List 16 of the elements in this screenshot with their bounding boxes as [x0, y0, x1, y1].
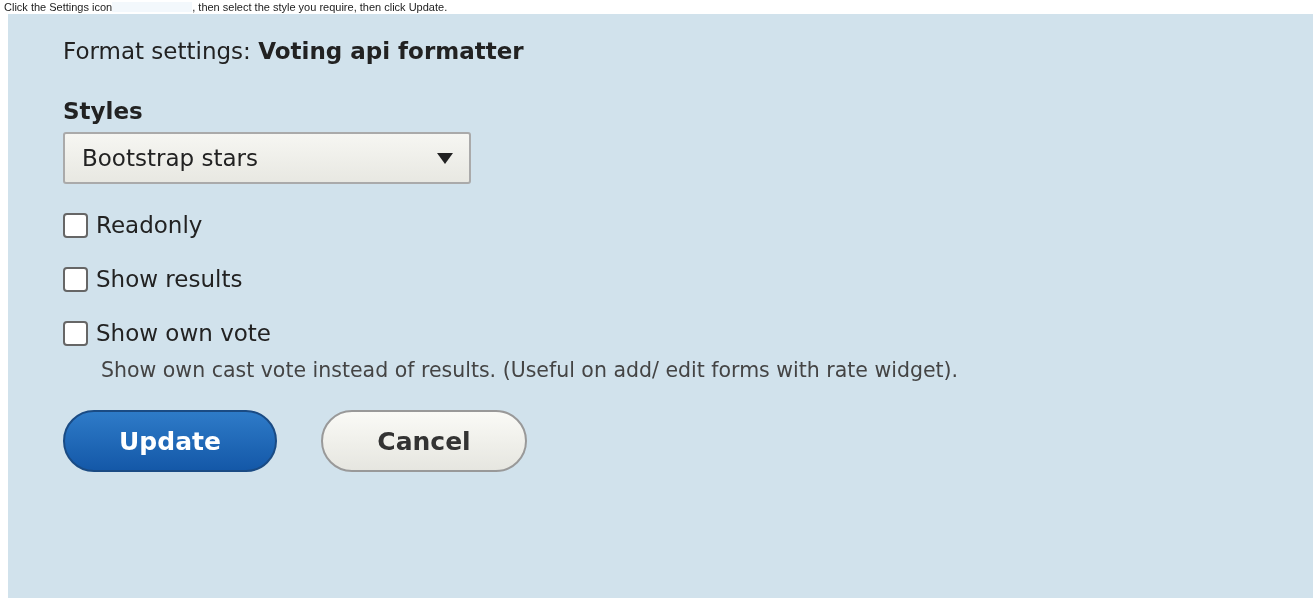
update-button[interactable]: Update [63, 410, 277, 472]
checkbox[interactable] [63, 212, 88, 238]
caret-icon [437, 152, 453, 164]
checkbox-label[interactable]: Readonly [96, 212, 203, 238]
styles-select[interactable]: Bootstrap stars [63, 132, 471, 184]
formatter-name: Voting api formatter [258, 38, 524, 64]
format-settings-label: Format settings: [63, 38, 251, 64]
instruction-text: , then select the style you require, then click Update. [192, 0, 448, 14]
checkbox-label[interactable]: Show own vote [96, 320, 271, 346]
cancel-button[interactable]: Cancel [321, 410, 527, 472]
option-description: Show own cast vote instead of results. (Useful on add/ edit forms with rate widget). [101, 358, 960, 382]
checkbox-label[interactable]: Show results [96, 266, 243, 292]
checkbox[interactable] [63, 266, 88, 292]
checkbox[interactable] [63, 320, 88, 346]
instruction-text: Click the Settings icon [4, 0, 113, 14]
styles-label: Styles [63, 98, 143, 124]
